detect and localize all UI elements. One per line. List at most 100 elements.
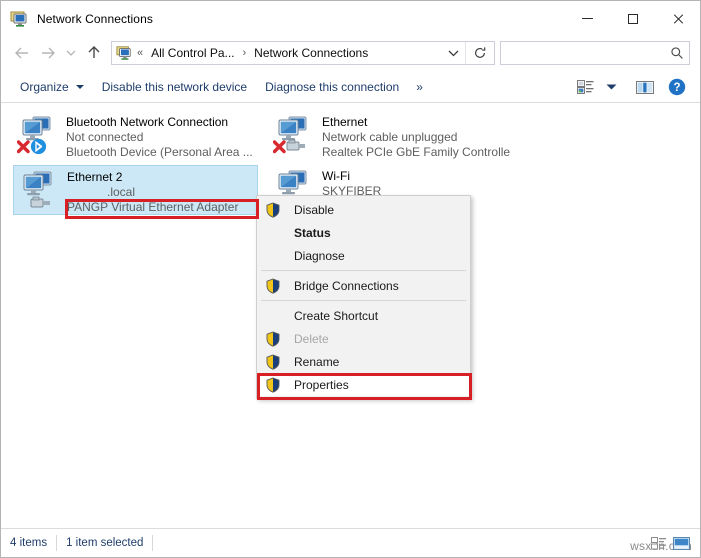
up-button[interactable] — [81, 40, 107, 66]
change-view-button[interactable] — [572, 75, 598, 99]
breadcrumb-separator[interactable]: › — [238, 47, 252, 59]
close-icon — [672, 13, 684, 25]
connection-status: Not connected — [66, 130, 144, 144]
connection-name: Wi-Fi — [322, 169, 350, 183]
address-bar[interactable]: « All Control Pa... › Network Connection… — [111, 40, 495, 65]
minimize-button[interactable] — [565, 1, 610, 36]
breadcrumb-all-control-panel[interactable]: All Control Pa... — [148, 44, 237, 62]
context-menu-label: Bridge Connections — [294, 278, 399, 293]
network-adapter-unplugged-icon — [272, 114, 319, 158]
view-mode-buttons — [648, 533, 692, 553]
connection-item-ethernet[interactable]: Ethernet Network cable unplugged Realtek… — [269, 111, 514, 161]
context-menu-item-status[interactable]: Status — [257, 221, 470, 244]
connection-status: Network cable unplugged — [322, 130, 458, 144]
details-view-icon — [651, 536, 666, 549]
shield-icon — [265, 331, 281, 347]
connection-device: Realtek PCIe GbE Family Controller — [322, 145, 510, 159]
recent-locations-button[interactable] — [61, 40, 81, 66]
shield-icon — [265, 377, 281, 393]
connection-device: PANGP Virtual Ethernet Adapter — [67, 200, 239, 214]
toolbar-overflow-button[interactable]: » — [408, 76, 430, 98]
connection-item-ethernet-2[interactable]: Ethernet 2 .local PANGP Virtual Ethernet… — [13, 165, 258, 215]
caption-buttons — [565, 1, 700, 36]
context-menu-label: Delete — [294, 331, 329, 346]
large-icons-view-icon — [672, 536, 690, 550]
context-menu-separator — [261, 270, 466, 271]
chevron-down-icon — [448, 50, 458, 56]
command-bar: Organize Disable this network device Dia… — [1, 72, 700, 103]
context-menu-item-delete: Delete — [257, 327, 470, 350]
context-menu-item-rename[interactable]: Rename — [257, 350, 470, 373]
context-menu-item-create-shortcut[interactable]: Create Shortcut — [257, 304, 470, 327]
context-menu-item-disable[interactable]: Disable — [257, 198, 470, 221]
connection-name: Bluetooth Network Connection — [66, 115, 229, 129]
organize-button[interactable]: Organize — [11, 75, 93, 99]
status-bar: 4 items 1 item selected wsxdn.com — [1, 528, 700, 557]
connection-device: Bluetooth Device (Personal Area ... — [66, 145, 253, 159]
connection-text-ethernet: Ethernet Network cable unplugged Realtek… — [322, 114, 510, 159]
help-button[interactable]: ? — [664, 75, 690, 99]
preview-pane-icon — [636, 80, 654, 94]
context-menu-item-diagnose[interactable]: Diagnose — [257, 244, 470, 267]
status-item-count: 4 items — [10, 537, 48, 549]
title-bar: Network Connections — [1, 1, 700, 36]
organize-label: Organize — [20, 80, 69, 94]
no-icon-placeholder — [265, 308, 281, 324]
forward-button[interactable] — [35, 40, 61, 66]
close-button[interactable] — [655, 1, 700, 36]
large-icons-view-button[interactable] — [670, 533, 692, 553]
context-menu-label: Properties — [294, 377, 349, 392]
network-adapter-disconnected-bluetooth-icon — [16, 114, 63, 158]
connection-name: Ethernet 2 — [67, 170, 123, 184]
preview-pane-button[interactable] — [632, 75, 658, 99]
search-button[interactable] — [665, 42, 689, 64]
breadcrumb-prefix[interactable]: « — [132, 47, 148, 59]
maximize-button[interactable] — [610, 1, 655, 36]
shield-icon — [265, 202, 281, 218]
control-panel-icon — [116, 45, 132, 61]
connection-status: .local — [107, 185, 136, 199]
back-button[interactable] — [9, 40, 35, 66]
no-icon-placeholder — [265, 248, 281, 264]
window-title: Network Connections — [37, 11, 153, 26]
forward-arrow-icon — [42, 47, 55, 58]
breadcrumb-network-connections[interactable]: Network Connections — [251, 44, 371, 62]
details-view-button[interactable] — [648, 533, 670, 553]
connection-text-ethernet-2: Ethernet 2 .local PANGP Virtual Ethernet… — [67, 169, 253, 214]
shield-icon — [265, 354, 281, 370]
network-connections-window: Network Connections « All Control Pa... … — [0, 0, 701, 558]
view-options-icon — [576, 80, 593, 94]
command-bar-right-group: ? — [572, 75, 690, 99]
no-icon-placeholder — [265, 225, 281, 241]
chevron-down-icon — [606, 84, 616, 90]
context-menu-label: Rename — [294, 354, 340, 369]
status-separator — [152, 535, 154, 551]
change-view-dropdown-button[interactable] — [598, 75, 624, 99]
status-selection-count: 1 item selected — [66, 537, 144, 549]
chevron-down-icon — [66, 50, 76, 56]
search-box[interactable] — [500, 40, 690, 65]
network-connections-icon — [10, 10, 28, 28]
minimize-icon — [582, 18, 593, 19]
context-menu-label: Status — [294, 225, 331, 240]
refresh-button[interactable] — [466, 42, 494, 64]
connection-item-bluetooth[interactable]: Bluetooth Network Connection Not connect… — [13, 111, 258, 161]
network-adapter-connected-icon — [18, 169, 64, 213]
refresh-icon — [475, 46, 486, 58]
chevron-down-icon — [75, 85, 84, 89]
navigation-bar: « All Control Pa... › Network Connection… — [1, 36, 700, 69]
up-arrow-icon — [88, 46, 100, 58]
address-dropdown-button[interactable] — [441, 42, 465, 64]
search-icon — [671, 46, 683, 59]
help-icon: ? — [668, 78, 686, 96]
connection-context-menu: Disable Status Diagnose Bridge Connectio… — [256, 195, 471, 399]
context-menu-item-bridge-connections[interactable]: Bridge Connections — [257, 274, 470, 297]
svg-text:?: ? — [673, 82, 680, 94]
context-menu-label: Disable — [294, 202, 335, 217]
disable-network-device-button[interactable]: Disable this network device — [93, 75, 256, 99]
context-menu-label: Create Shortcut — [294, 308, 379, 323]
search-input[interactable] — [501, 44, 665, 61]
context-menu-separator — [261, 300, 466, 301]
diagnose-connection-button[interactable]: Diagnose this connection — [256, 75, 408, 99]
context-menu-item-properties[interactable]: Properties — [257, 373, 470, 396]
